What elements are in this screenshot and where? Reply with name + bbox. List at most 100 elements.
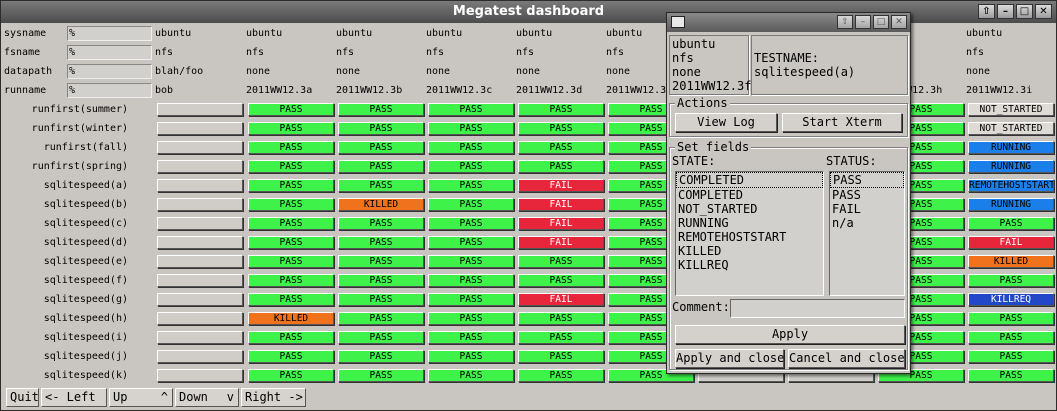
test-status-cell[interactable]: PASS xyxy=(518,141,604,154)
test-status-cell[interactable]: PASS xyxy=(428,103,514,116)
test-status-cell[interactable] xyxy=(157,198,243,211)
test-status-cell[interactable]: PASS xyxy=(518,274,604,287)
test-status-cell[interactable]: PASS xyxy=(338,331,424,344)
apply-close-button[interactable]: Apply and close xyxy=(675,349,784,368)
close-icon[interactable]: ✕ xyxy=(1035,4,1052,19)
test-status-cell[interactable] xyxy=(157,217,243,230)
test-status-cell[interactable]: PASS xyxy=(428,141,514,154)
down-button[interactable]: Down v xyxy=(175,388,239,407)
test-status-cell[interactable] xyxy=(157,179,243,192)
test-status-cell[interactable] xyxy=(157,369,243,382)
test-status-cell[interactable]: KILLED xyxy=(338,198,424,211)
test-status-cell[interactable]: PASS xyxy=(248,255,334,268)
test-status-cell[interactable] xyxy=(157,103,243,116)
status-listbox[interactable]: PASS PASS FAIL n/a xyxy=(829,171,905,296)
quit-button[interactable]: Quit xyxy=(6,388,39,407)
test-status-cell[interactable]: PASS xyxy=(338,103,424,116)
cancel-close-button[interactable]: Cancel and close xyxy=(788,349,905,368)
state-option[interactable]: KILLREQ xyxy=(676,258,823,272)
test-status-cell[interactable]: PASS xyxy=(338,369,424,382)
field-input-fsname[interactable]: % xyxy=(67,45,152,60)
test-status-cell[interactable]: PASS xyxy=(248,331,334,344)
test-status-cell[interactable] xyxy=(157,350,243,363)
test-status-cell[interactable]: PASS xyxy=(248,350,334,363)
test-status-cell[interactable]: NOT_STARTED xyxy=(968,103,1054,116)
test-status-cell[interactable]: PASS xyxy=(968,331,1054,344)
test-status-cell[interactable]: FAIL xyxy=(518,179,604,192)
test-status-cell[interactable]: FAIL xyxy=(968,236,1054,249)
test-status-cell[interactable]: PASS xyxy=(428,179,514,192)
state-option[interactable]: KILLED xyxy=(676,244,823,258)
test-status-cell[interactable]: PASS xyxy=(338,255,424,268)
test-status-cell[interactable]: PASS xyxy=(338,274,424,287)
up-button[interactable]: Up ^ xyxy=(109,388,173,407)
test-status-cell[interactable]: PASS xyxy=(428,236,514,249)
test-status-cell[interactable] xyxy=(157,255,243,268)
test-status-cell[interactable]: PASS xyxy=(518,350,604,363)
test-status-cell[interactable]: PASS xyxy=(338,122,424,135)
test-status-cell[interactable]: PASS xyxy=(338,179,424,192)
test-status-cell[interactable] xyxy=(157,312,243,325)
test-status-cell[interactable]: KILLREQ xyxy=(968,293,1054,306)
test-status-cell[interactable]: PASS xyxy=(248,160,334,173)
test-status-cell[interactable]: PASS xyxy=(428,274,514,287)
test-status-cell[interactable]: PASS xyxy=(968,312,1054,325)
test-status-cell[interactable]: PASS xyxy=(248,103,334,116)
test-status-cell[interactable]: PASS xyxy=(338,350,424,363)
test-status-cell[interactable]: REMOTEHOSTSTART xyxy=(968,179,1054,192)
test-status-cell[interactable]: KILLED xyxy=(968,255,1054,268)
field-input-sysname[interactable]: % xyxy=(67,26,152,41)
test-status-cell[interactable]: PASS xyxy=(518,312,604,325)
test-status-cell[interactable]: PASS xyxy=(428,293,514,306)
state-option[interactable]: REMOTEHOSTSTART xyxy=(676,230,823,244)
minimize-icon[interactable]: – xyxy=(997,4,1014,19)
state-option[interactable]: RUNNING xyxy=(676,216,823,230)
dialog-shade-icon[interactable]: ⇧ xyxy=(837,15,853,29)
right-button[interactable]: Right -> xyxy=(241,388,306,407)
dialog-maximize-icon[interactable]: □ xyxy=(873,15,889,29)
test-status-cell[interactable]: PASS xyxy=(518,160,604,173)
test-status-cell[interactable]: FAIL xyxy=(518,217,604,230)
test-status-cell[interactable]: PASS xyxy=(518,331,604,344)
test-status-cell[interactable]: PASS xyxy=(338,141,424,154)
test-status-cell[interactable] xyxy=(157,160,243,173)
test-status-cell[interactable]: PASS xyxy=(338,217,424,230)
test-status-cell[interactable]: PASS xyxy=(968,369,1054,382)
test-status-cell[interactable]: PASS xyxy=(248,179,334,192)
view-log-button[interactable]: View Log xyxy=(675,113,777,132)
test-status-cell[interactable] xyxy=(157,274,243,287)
status-option[interactable]: FAIL xyxy=(830,202,904,216)
left-button[interactable]: <- Left xyxy=(41,388,107,407)
test-status-cell[interactable]: PASS xyxy=(428,312,514,325)
test-status-cell[interactable]: FAIL xyxy=(518,236,604,249)
status-selected[interactable]: PASS xyxy=(830,172,904,188)
field-input-runname[interactable]: % xyxy=(67,83,152,98)
test-status-cell[interactable] xyxy=(157,141,243,154)
test-status-cell[interactable]: PASS xyxy=(248,198,334,211)
test-status-cell[interactable] xyxy=(157,122,243,135)
status-option[interactable]: n/a xyxy=(830,216,904,230)
shade-icon[interactable]: ⇧ xyxy=(978,4,995,19)
test-status-cell[interactable]: PASS xyxy=(428,217,514,230)
test-status-cell[interactable]: RUNNING xyxy=(968,198,1054,211)
comment-input[interactable] xyxy=(730,299,905,318)
state-option[interactable]: NOT_STARTED xyxy=(676,202,823,216)
test-status-cell[interactable]: PASS xyxy=(428,350,514,363)
test-status-cell[interactable] xyxy=(157,293,243,306)
test-status-cell[interactable]: PASS xyxy=(338,312,424,325)
test-status-cell[interactable]: PASS xyxy=(428,198,514,211)
test-status-cell[interactable]: FAIL xyxy=(518,293,604,306)
dialog-minimize-icon[interactable]: – xyxy=(855,15,871,29)
test-status-cell[interactable]: RUNNING xyxy=(968,160,1054,173)
test-status-cell[interactable]: PASS xyxy=(248,122,334,135)
test-status-cell[interactable]: NOT_STARTED xyxy=(968,122,1054,135)
test-status-cell[interactable]: PASS xyxy=(518,369,604,382)
dialog-close-icon[interactable]: ✕ xyxy=(891,15,907,29)
test-status-cell[interactable]: PASS xyxy=(968,350,1054,363)
field-input-datapath[interactable]: % xyxy=(67,64,152,79)
test-status-cell[interactable]: PASS xyxy=(248,369,334,382)
test-status-cell[interactable]: PASS xyxy=(428,160,514,173)
state-listbox[interactable]: COMPLETED COMPLETED NOT_STARTED RUNNING REM… xyxy=(675,171,824,296)
test-status-cell[interactable]: PASS xyxy=(428,369,514,382)
state-option[interactable]: COMPLETED xyxy=(676,188,823,202)
